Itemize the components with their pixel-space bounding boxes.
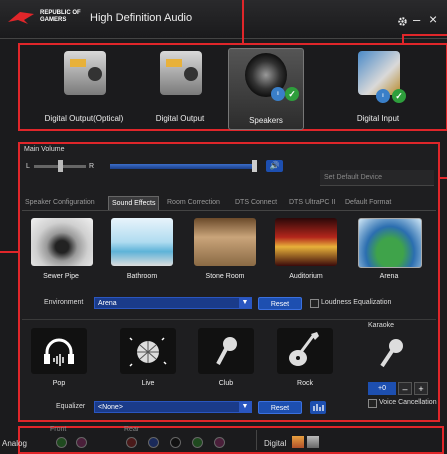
front-label: Front — [50, 426, 67, 433]
check-icon: ✓ — [285, 87, 299, 101]
device-label: Speakers — [249, 116, 283, 125]
environment-label: Bathroom — [126, 273, 158, 280]
rear-jack-blue[interactable] — [148, 437, 159, 448]
eq-label: Club — [218, 380, 234, 387]
eq-label: Live — [141, 380, 155, 387]
check-icon: ✓ — [392, 89, 406, 103]
mute-speaker-icon[interactable]: 🔊 — [266, 160, 283, 172]
front-jack-green[interactable] — [56, 437, 67, 448]
environment-reset-button[interactable]: Reset — [258, 297, 302, 310]
loudness-label: Loudness Equalization — [321, 299, 392, 306]
volume-slider-handle[interactable] — [252, 160, 257, 172]
app-title: High Definition Audio — [90, 12, 193, 24]
set-default-device-button[interactable]: Set Default Device — [320, 170, 434, 186]
info-badge-icon: i — [271, 87, 285, 101]
eq-label: Pop — [52, 380, 66, 387]
close-button[interactable]: × — [429, 11, 437, 27]
digital-input-icon — [358, 51, 400, 95]
balance-slider-handle[interactable] — [58, 160, 63, 172]
minimize-button[interactable]: – — [413, 12, 420, 27]
karaoke-microphone-icon — [380, 339, 403, 368]
rear-jack-black[interactable] — [170, 437, 181, 448]
environment-select[interactable]: Arena ▼ — [94, 297, 252, 309]
environment-sewer-pipe[interactable] — [31, 218, 93, 266]
tab-speaker-configuration[interactable]: Speaker Configuration — [22, 196, 98, 210]
tab-dts-connect[interactable]: DTS Connect — [232, 196, 280, 210]
karaoke-label: Karaoke — [368, 322, 395, 329]
jack-divider — [256, 430, 257, 450]
gear-icon[interactable] — [397, 16, 408, 27]
digital-output-icon — [160, 51, 202, 95]
title-bar: REPUBLIC OF GAMERS High Definition Audio… — [0, 0, 447, 39]
guitar-icon — [289, 332, 319, 366]
environment-label: Environment — [44, 299, 84, 306]
eq-pop[interactable] — [31, 328, 87, 374]
chevron-down-icon: ▼ — [239, 298, 251, 308]
loudness-checkbox[interactable] — [310, 299, 319, 308]
eq-label: Rock — [297, 380, 313, 387]
environment-label: Arena — [379, 273, 399, 280]
device-digital-input[interactable]: i ✓ Digital Input — [330, 47, 426, 127]
tab-sound-effects[interactable]: Sound Effects — [108, 196, 160, 211]
device-label: Digital Input — [356, 114, 400, 123]
tab-divider — [22, 210, 436, 211]
equalizer-reset-button[interactable]: Reset — [258, 401, 302, 414]
digital-output-optical-icon — [64, 51, 106, 95]
digital-label: Digital — [264, 439, 287, 448]
disco-ball-icon — [129, 337, 167, 367]
equalizer-settings-icon[interactable] — [310, 401, 326, 414]
callout-line — [402, 34, 447, 36]
tab-dts-ultrapc[interactable]: DTS UltraPC II — [286, 196, 338, 210]
info-badge-icon: i — [376, 89, 390, 103]
section-divider — [22, 319, 436, 320]
environment-auditorium[interactable] — [275, 218, 337, 266]
device-digital-output-optical[interactable]: Digital Output(Optical) — [36, 47, 132, 127]
environment-label: Sewer Pipe — [43, 273, 79, 280]
brand-text: REPUBLIC OF GAMERS — [40, 10, 81, 23]
karaoke-value: +0 — [368, 382, 396, 395]
analog-label: Analog — [2, 439, 27, 448]
device-label: Digital Output(Optical) — [44, 114, 124, 123]
volume-slider[interactable] — [110, 164, 256, 169]
voice-cancellation-checkbox[interactable] — [368, 399, 377, 408]
equalizer-label: Equalizer — [56, 403, 86, 410]
chevron-down-icon: ▼ — [239, 402, 251, 412]
device-speakers[interactable]: i ✓ Speakers — [228, 48, 304, 130]
rear-label: Rear — [124, 426, 140, 433]
rear-jack-red[interactable] — [126, 437, 137, 448]
rear-jack-green[interactable] — [192, 437, 203, 448]
front-jack-pink[interactable] — [76, 437, 87, 448]
karaoke-minus-button[interactable]: – — [398, 382, 412, 395]
callout-line — [0, 251, 18, 253]
microphone-icon — [216, 337, 237, 365]
device-digital-output[interactable]: Digital Output — [132, 47, 228, 127]
equalizer-select[interactable]: <None> ▼ — [94, 401, 252, 413]
rear-jack-pink[interactable] — [214, 437, 225, 448]
main-volume-label: Main Volume — [24, 146, 65, 153]
callout-line — [242, 0, 244, 44]
device-label: Digital Output — [155, 114, 205, 123]
voice-cancellation-label: Voice Cancellation — [379, 399, 437, 406]
optical-port-icon[interactable] — [292, 436, 304, 448]
rog-logo-icon — [8, 12, 34, 24]
balance-left-label: L — [26, 163, 30, 170]
environment-arena[interactable] — [358, 218, 422, 268]
environment-stone-room[interactable] — [194, 218, 256, 266]
eq-live[interactable] — [120, 328, 176, 374]
environment-label: Auditorium — [289, 273, 323, 280]
headphones-icon — [44, 338, 74, 366]
eq-club[interactable] — [198, 328, 254, 374]
environment-bathroom[interactable] — [111, 218, 173, 266]
coaxial-port-icon[interactable] — [307, 436, 319, 448]
tab-default-format[interactable]: Default Format — [342, 196, 394, 210]
karaoke-plus-button[interactable]: + — [414, 382, 428, 395]
environment-label: Stone Room — [205, 273, 245, 280]
tab-room-correction[interactable]: Room Correction — [164, 196, 223, 210]
balance-right-label: R — [89, 163, 95, 170]
eq-rock[interactable] — [277, 328, 333, 374]
